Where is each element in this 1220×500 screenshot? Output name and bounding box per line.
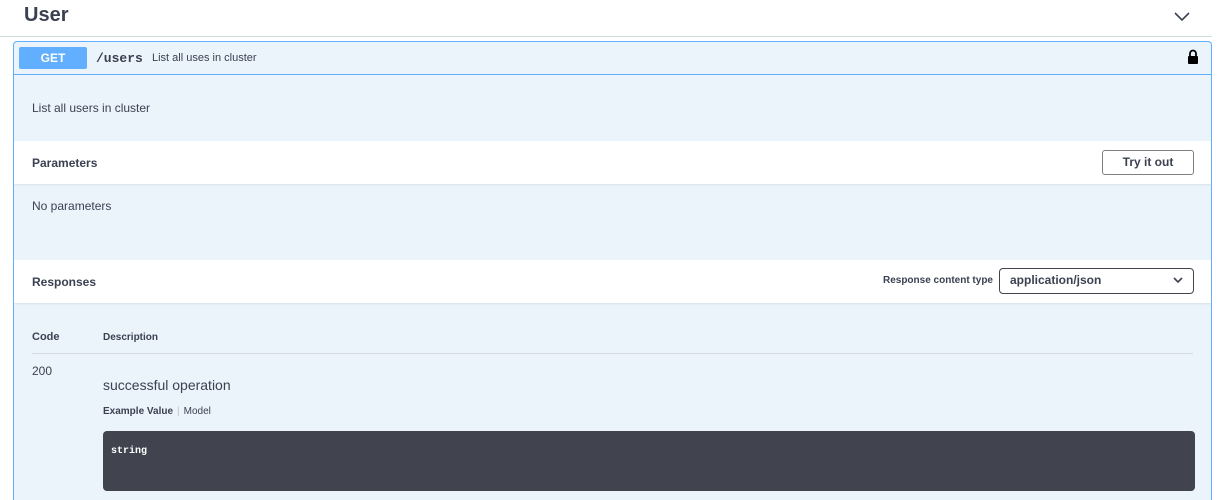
section-header-user[interactable]: User xyxy=(0,0,1212,37)
content-type-value: application/json xyxy=(1010,273,1102,287)
section-title: User xyxy=(24,4,69,26)
operation-block: GET /users List all uses in cluster List… xyxy=(13,41,1212,500)
operation-summary-text: List all uses in cluster xyxy=(152,52,257,64)
tab-example-value[interactable]: Example Value xyxy=(103,406,173,417)
responses-column-description: Description xyxy=(103,332,159,343)
example-code-block: string xyxy=(103,431,1195,491)
example-tabs: Example Value | Model xyxy=(103,406,211,417)
parameters-header: Parameters Try it out xyxy=(14,141,1211,184)
tab-separator: | xyxy=(177,406,180,417)
content-type-select[interactable]: application/json xyxy=(999,268,1194,294)
responses-column-code: Code xyxy=(32,331,60,343)
responses-divider xyxy=(32,353,1193,354)
no-parameters-text: No parameters xyxy=(32,199,112,213)
operation-description: List all users in cluster xyxy=(32,101,151,115)
operation-path: /users xyxy=(96,51,143,66)
parameters-title: Parameters xyxy=(32,156,98,170)
operation-summary[interactable]: GET /users List all uses in cluster xyxy=(14,42,1211,75)
chevron-down-icon[interactable] xyxy=(1172,8,1192,24)
response-description: successful operation xyxy=(103,377,231,393)
content-type-label: Response content type xyxy=(882,275,993,286)
method-badge: GET xyxy=(19,47,87,69)
chevron-down-icon xyxy=(1173,277,1183,284)
responses-header: Responses Response content type applicat… xyxy=(14,260,1211,303)
response-code: 200 xyxy=(32,364,53,378)
example-code-text: string xyxy=(111,446,148,457)
lock-icon[interactable] xyxy=(1187,49,1199,65)
try-it-out-button[interactable]: Try it out xyxy=(1102,150,1194,175)
responses-title: Responses xyxy=(32,275,97,289)
tab-model[interactable]: Model xyxy=(184,406,211,417)
